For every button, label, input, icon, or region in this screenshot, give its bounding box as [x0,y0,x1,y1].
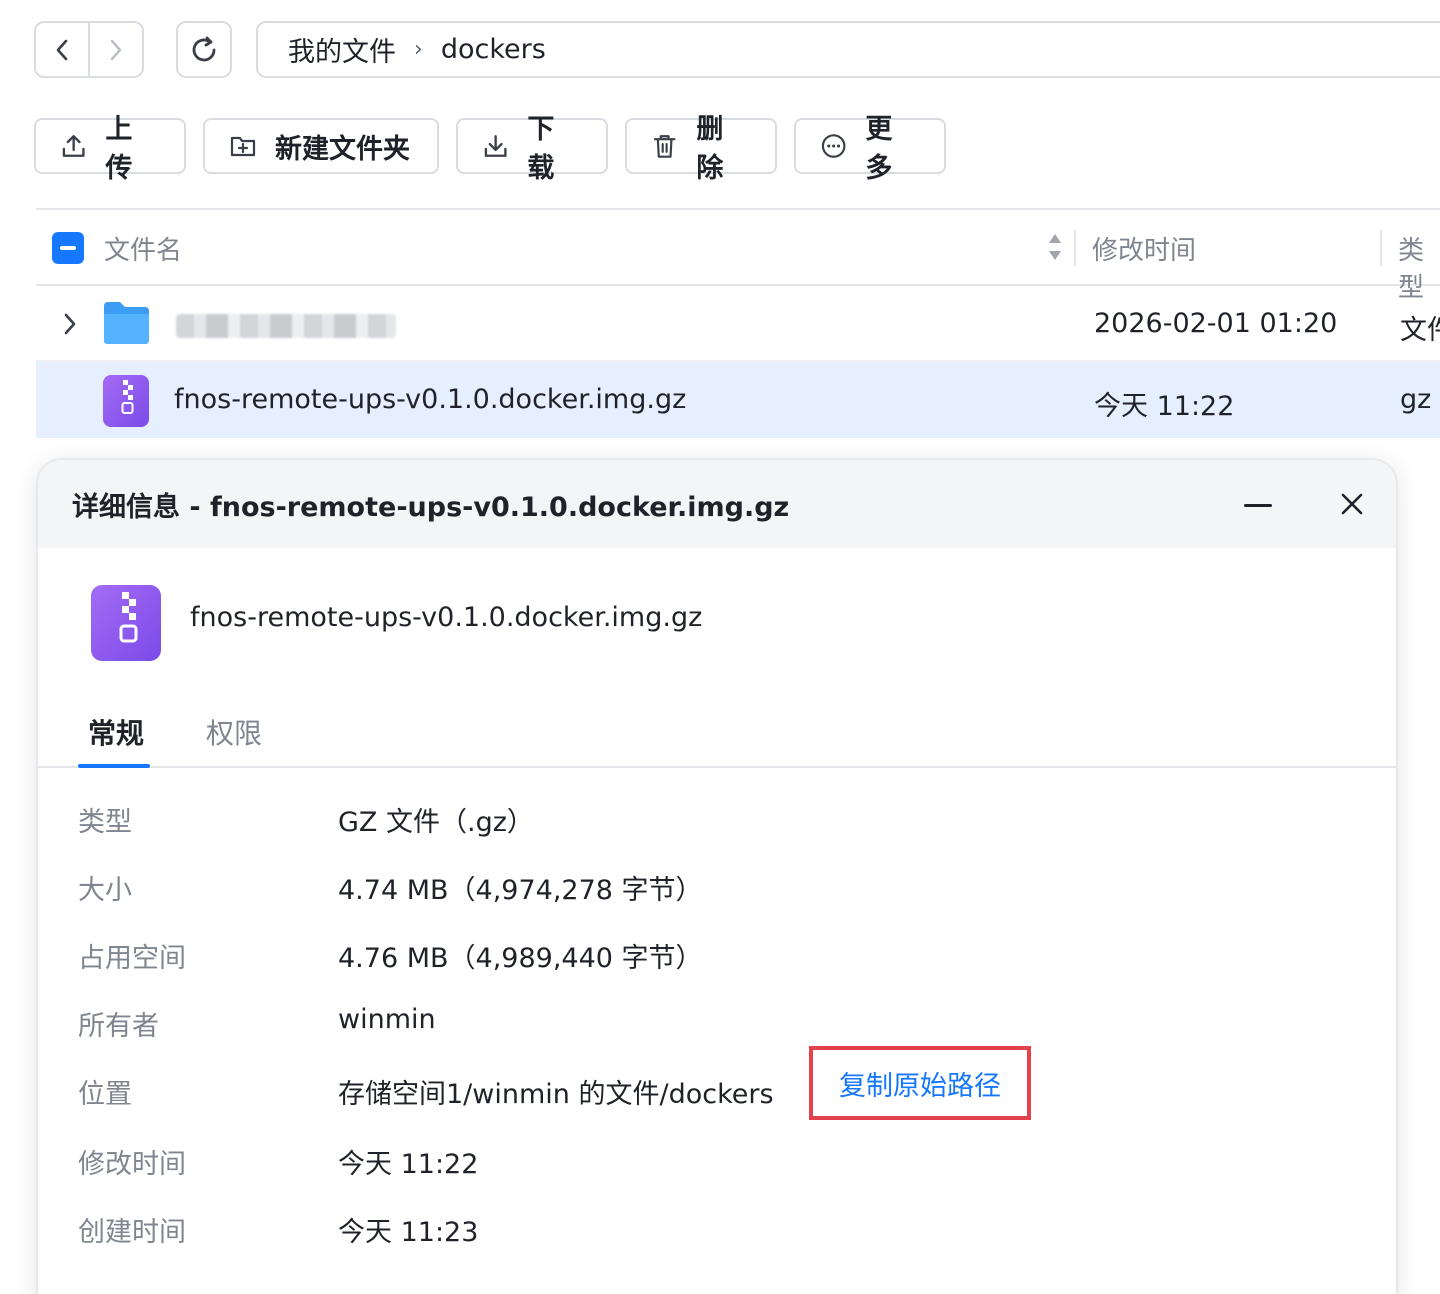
column-modified-header[interactable]: 修改时间 [1092,230,1196,267]
back-button[interactable] [36,23,88,76]
more-button[interactable]: 更多 [794,114,946,184]
details-dialog: 详细信息 - fnos-remote-ups-v0.1.0.docker.img… [36,458,1398,1294]
prop-label: 位置 [78,1079,132,1110]
close-icon [1341,493,1363,515]
history-nav [34,21,144,78]
prop-label: 所有者 [78,1011,159,1042]
more-icon [821,134,846,158]
folder-icon [104,302,149,344]
prop-label: 占用空间 [78,943,186,974]
new-folder-button[interactable]: 新建文件夹 [203,118,439,174]
refresh-icon [192,36,216,61]
dialog-title: 详细信息 - fnos-remote-ups-v0.1.0.docker.img… [72,491,790,523]
prop-value: 存储空间1/winmin 的文件/dockers [338,1079,774,1110]
breadcrumb: 我的文件 › dockers [256,21,1440,78]
upload-icon [62,135,85,157]
prop-label: 修改时间 [78,1149,186,1180]
breadcrumb-root[interactable]: 我的文件 [288,30,396,69]
download-icon [484,135,507,157]
archive-icon [103,375,149,427]
table-header: 文件名 修改时间 类型 [36,210,1440,303]
chevron-left-icon [56,39,68,60]
breadcrumb-separator: › [414,37,423,62]
table-row[interactable]: 2026-02-01 01:20 文件 [36,286,1440,362]
details-tabs: 常规 权限 [38,700,1396,768]
prop-value: 今天 11:22 [338,1149,479,1180]
column-divider[interactable] [1380,230,1382,266]
trash-icon [653,135,676,158]
delete-button[interactable]: 删除 [625,114,777,184]
file-name [176,314,396,338]
upload-label: 上传 [105,114,133,184]
new-folder-label: 新建文件夹 [275,133,410,165]
archive-icon [91,585,161,661]
delete-label: 删除 [696,114,724,184]
prop-label: 创建时间 [78,1217,186,1248]
prop-value: 4.76 MB（4,989,440 字节） [338,943,703,974]
prop-label: 类型 [78,807,132,838]
tab-permissions[interactable]: 权限 [206,712,262,752]
new-folder-icon [230,136,256,157]
dialog-file-name: fnos-remote-ups-v0.1.0.docker.img.gz [190,602,703,633]
file-name: fnos-remote-ups-v0.1.0.docker.img.gz [174,384,687,415]
modified-time: 2026-02-01 01:20 [1094,308,1338,339]
dialog-header[interactable]: 详细信息 - fnos-remote-ups-v0.1.0.docker.img… [38,460,1396,548]
upload-button[interactable]: 上传 [34,114,186,184]
file-type: gz [1400,384,1432,415]
chevron-right-icon [110,39,122,60]
select-all-checkbox[interactable] [52,232,84,264]
prop-label: 大小 [78,875,132,906]
column-divider[interactable] [1074,230,1076,266]
modified-time: 今天 11:22 [1094,391,1235,422]
breadcrumb-current[interactable]: dockers [441,34,546,65]
prop-value: winmin [338,1004,436,1035]
file-type: 文件 [1400,315,1440,346]
download-label: 下载 [527,114,555,184]
chevron-right-icon[interactable] [62,312,78,336]
minimize-icon [1244,504,1272,507]
active-tab-indicator [78,764,150,768]
download-button[interactable]: 下载 [456,114,608,184]
prop-value: 4.74 MB（4,974,278 字节） [338,875,703,906]
refresh-button[interactable] [176,21,232,78]
more-label: 更多 [865,114,893,184]
table-row[interactable]: fnos-remote-ups-v0.1.0.docker.img.gz 今天 … [36,362,1440,438]
forward-button[interactable] [88,23,142,76]
prop-value: GZ 文件（.gz） [338,807,534,838]
sort-icon[interactable] [1046,230,1064,264]
copy-original-path-link[interactable]: 复制原始路径 [809,1046,1031,1120]
minimize-button[interactable] [1244,492,1272,520]
close-button[interactable] [1338,490,1366,518]
prop-value: 今天 11:23 [338,1217,479,1248]
tab-general[interactable]: 常规 [88,712,144,752]
column-name-header[interactable]: 文件名 [104,230,182,267]
toolbar: 上传 新建文件夹 下载 删除 更多 [34,114,946,184]
